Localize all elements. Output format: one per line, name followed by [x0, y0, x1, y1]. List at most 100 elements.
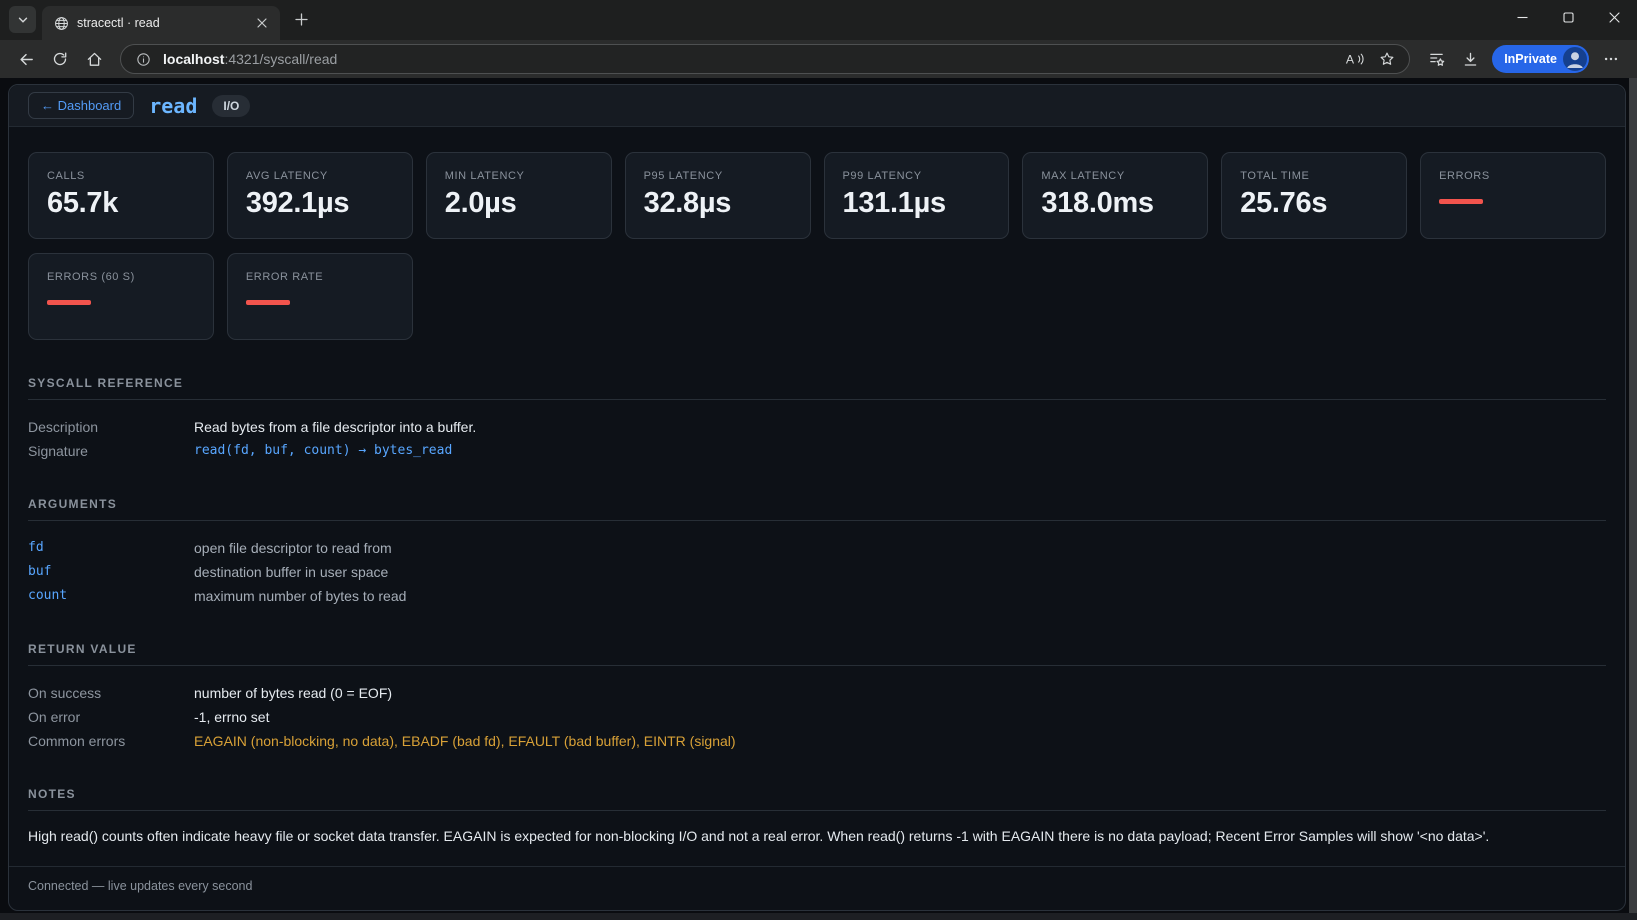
- stat-value: [246, 300, 394, 305]
- chevron-down-icon: [17, 14, 29, 26]
- error-dash-indicator: [246, 300, 290, 305]
- stat-label: ERRORS: [1439, 170, 1587, 182]
- definition-label: On success: [28, 681, 194, 705]
- stat-label: MIN LATENCY: [445, 170, 593, 182]
- stat-card: P99 LATENCY 131.1µs: [824, 152, 1010, 239]
- site-info-icon[interactable]: [131, 47, 155, 71]
- definition-row: count maximum number of bytes to read: [28, 584, 1606, 608]
- page-content: CALLS 65.7k AVG LATENCY 392.1µs MIN LATE…: [9, 127, 1625, 866]
- section-title: RETURN VALUE: [28, 642, 1606, 666]
- definition-value: number of bytes read (0 = EOF): [194, 681, 392, 705]
- favorites-hub-icon[interactable]: [1420, 44, 1452, 74]
- stat-label: P95 LATENCY: [644, 170, 792, 182]
- definition-label: count: [28, 584, 194, 608]
- stat-value: 392.1µs: [246, 187, 394, 220]
- definition-label: Description: [28, 415, 194, 439]
- stat-label: MAX LATENCY: [1041, 170, 1189, 182]
- stat-label: P99 LATENCY: [843, 170, 991, 182]
- stat-cards-row-1: CALLS 65.7k AVG LATENCY 392.1µs MIN LATE…: [28, 152, 1606, 239]
- tab-close-icon[interactable]: [252, 13, 272, 33]
- definition-row: Signature read(fd, buf, count) → bytes_r…: [28, 439, 1606, 463]
- section: NOTES High read() counts often indicate …: [28, 787, 1606, 847]
- definition-label: On error: [28, 705, 194, 729]
- inprivate-label: InPrivate: [1504, 52, 1557, 66]
- stat-card: MIN LATENCY 2.0µs: [426, 152, 612, 239]
- browser-window: stracectl · read: [0, 0, 1637, 920]
- page-title: read: [149, 94, 197, 118]
- stat-card: ERROR RATE: [227, 253, 413, 340]
- vertical-scrollbar[interactable]: [1629, 78, 1637, 913]
- stat-card: MAX LATENCY 318.0ms: [1022, 152, 1208, 239]
- definition-row: buf destination buffer in user space: [28, 560, 1606, 584]
- page-viewport: ← Dashboard read I/O CALLS 65.7k AVG LAT…: [0, 78, 1637, 920]
- definition-label: buf: [28, 560, 194, 584]
- section: RETURN VALUE On success number of bytes …: [28, 642, 1606, 753]
- definition-row: On success number of bytes read (0 = EOF…: [28, 681, 1606, 705]
- stat-value: 32.8µs: [644, 187, 792, 220]
- reference-sections: SYSCALL REFERENCE Description Read bytes…: [28, 376, 1606, 847]
- stat-label: TOTAL TIME: [1240, 170, 1388, 182]
- definition-row: Description Read bytes from a file descr…: [28, 415, 1606, 439]
- stat-value: 25.76s: [1240, 187, 1388, 220]
- home-button[interactable]: [78, 44, 110, 74]
- definition-row: Common errors EAGAIN (non-blocking, no d…: [28, 729, 1606, 753]
- inprivate-badge[interactable]: InPrivate: [1492, 45, 1589, 73]
- browser-toolbar: localhost:4321/syscall/read A InPrivate: [0, 40, 1637, 78]
- connection-status: Connected — live updates every second: [28, 879, 252, 893]
- definition-label: Signature: [28, 439, 194, 463]
- definition-value: read(fd, buf, count) → bytes_read: [194, 439, 452, 463]
- app-page: ← Dashboard read I/O CALLS 65.7k AVG LAT…: [8, 84, 1626, 911]
- page-header: ← Dashboard read I/O: [9, 85, 1625, 127]
- stat-card: ERRORS: [1420, 152, 1606, 239]
- section-title: ARGUMENTS: [28, 497, 1606, 521]
- settings-menu-icon[interactable]: [1595, 44, 1627, 74]
- definition-value: destination buffer in user space: [194, 560, 388, 584]
- window-bottom-edge: [0, 913, 1637, 920]
- back-button[interactable]: [10, 44, 42, 74]
- stat-value: [47, 300, 195, 305]
- address-bar[interactable]: localhost:4321/syscall/read A: [120, 44, 1410, 74]
- definition-label: fd: [28, 536, 194, 560]
- definition-value: Read bytes from a file descriptor into a…: [194, 415, 476, 439]
- downloads-icon[interactable]: [1454, 44, 1486, 74]
- maximize-button[interactable]: [1545, 0, 1591, 34]
- minimize-button[interactable]: [1499, 0, 1545, 34]
- stat-value: 2.0µs: [445, 187, 593, 220]
- tab-bar: stracectl · read: [0, 0, 1637, 40]
- stat-label: AVG LATENCY: [246, 170, 394, 182]
- close-button[interactable]: [1591, 0, 1637, 34]
- url-path: :4321/syscall/read: [224, 51, 337, 67]
- svg-text:A: A: [1346, 53, 1355, 67]
- read-aloud-icon[interactable]: A: [1343, 47, 1367, 71]
- profile-avatar-icon: [1563, 47, 1587, 71]
- definition-label: Common errors: [28, 729, 194, 753]
- tab-actions-menu-button[interactable]: [9, 6, 36, 33]
- new-tab-button[interactable]: [288, 6, 314, 32]
- stat-cards-row-2: ERRORS (60 S) ERROR RATE: [28, 253, 1606, 340]
- stat-card: AVG LATENCY 392.1µs: [227, 152, 413, 239]
- page-footer: Connected — live updates every second: [9, 866, 1625, 910]
- section-title: NOTES: [28, 787, 1606, 811]
- definition-row: fd open file descriptor to read from: [28, 536, 1606, 560]
- stat-card: CALLS 65.7k: [28, 152, 214, 239]
- tab-title: stracectl · read: [77, 16, 244, 30]
- back-to-dashboard-button[interactable]: ← Dashboard: [28, 92, 134, 119]
- stat-label: CALLS: [47, 170, 195, 182]
- url-host: localhost: [163, 51, 224, 67]
- stat-card: TOTAL TIME 25.76s: [1221, 152, 1407, 239]
- refresh-button[interactable]: [44, 44, 76, 74]
- url-text: localhost:4321/syscall/read: [163, 51, 1335, 67]
- globe-icon: [54, 16, 69, 31]
- definition-value: -1, errno set: [194, 705, 269, 729]
- section-body: High read() counts often indicate heavy …: [28, 811, 1606, 847]
- notes-paragraph: High read() counts often indicate heavy …: [28, 826, 1606, 847]
- browser-tab[interactable]: stracectl · read: [42, 6, 280, 40]
- definition-value: maximum number of bytes to read: [194, 584, 406, 608]
- favorite-star-icon[interactable]: [1375, 47, 1399, 71]
- stat-value: 65.7k: [47, 187, 195, 220]
- stat-card: P95 LATENCY 32.8µs: [625, 152, 811, 239]
- error-dash-indicator: [1439, 199, 1483, 204]
- error-dash-indicator: [47, 300, 91, 305]
- category-badge: I/O: [212, 95, 250, 117]
- section-body: On success number of bytes read (0 = EOF…: [28, 666, 1606, 753]
